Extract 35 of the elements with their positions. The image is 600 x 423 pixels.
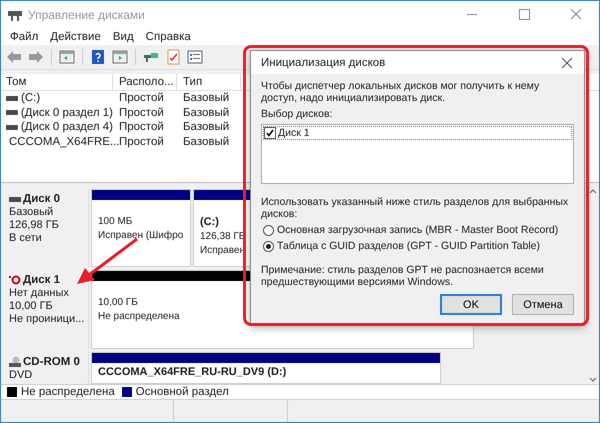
table-cell-text: Простой xyxy=(118,92,165,104)
table-cell: (C:) xyxy=(21,92,40,104)
window-title: Управление дисками xyxy=(28,8,146,22)
table-cell: (Диск 0 раздел 1) xyxy=(20,106,113,119)
partition-info: 100 МБ xyxy=(98,216,132,227)
table-cell-text: Базовый xyxy=(182,136,230,148)
disk-name: Диск 0 xyxy=(23,193,60,205)
table-cell: CCCOMA_X64FRE... xyxy=(9,136,120,148)
disk-info: 126,98 ГБ xyxy=(9,219,60,231)
disk-info: В сети xyxy=(9,232,43,244)
table-cell-text: Базовый xyxy=(182,92,230,104)
partition-info: Исправен (Шифро xyxy=(98,230,184,241)
partition-info: Не распределена xyxy=(98,311,180,322)
disk-name: Диск 1 xyxy=(23,274,60,286)
table-cell-text: Базовый xyxy=(182,106,230,119)
dialog-message: Чтобы диспетчер локальных дисков мог получить к нему доступ, надо инициализировать диск. xyxy=(261,80,540,104)
table-cell-text: Базовый xyxy=(182,121,230,134)
table-cell-text: Простой xyxy=(118,106,165,119)
dialog-title: Инициализация дисков xyxy=(261,56,386,68)
disk-info: Нет данных xyxy=(9,287,70,300)
legend-label: Основной раздел xyxy=(136,386,229,398)
disk-info: DVD xyxy=(9,368,34,381)
field-label: Выбор дисков: xyxy=(261,108,334,120)
field-label: Использовать указанный ниже стиль разделов для выбранных дисков: xyxy=(261,196,570,220)
table-cell-text: Простой xyxy=(118,121,165,134)
table-cell: (Диск 0 раздел 4) xyxy=(20,121,113,134)
partition-title: (C:) xyxy=(200,216,219,228)
legend-label: Не распределена xyxy=(21,386,115,398)
partition-info: 10,00 ГБ xyxy=(98,297,138,308)
note-text: Примечание: стиль разделов GPT не распознается всеми предшествующими версиями Windows. xyxy=(261,264,545,288)
disk-info: 10,00 ГБ xyxy=(9,300,54,312)
disk-info: Не проиници... xyxy=(9,313,86,326)
disk-name: CD-ROM 0 xyxy=(23,356,80,368)
partition-title: CCCOMA_X64FRE_RU-RU_DV9 (D:) xyxy=(98,366,286,378)
disk-info: Базовый xyxy=(9,206,54,218)
